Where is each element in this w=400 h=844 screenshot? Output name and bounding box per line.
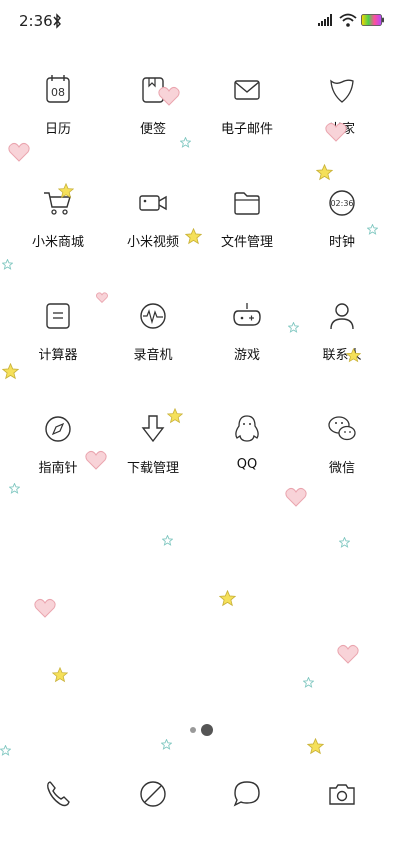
wifi-icon (339, 13, 357, 27)
page-dot-2-active[interactable] (201, 724, 213, 736)
small-star-outline-icon (9, 483, 20, 494)
app-mi-video[interactable]: 小米视频 (105, 177, 201, 250)
clock-face-time: 02:36 (330, 199, 353, 208)
star-sticker-icon (307, 738, 324, 755)
app-label: 微信 (328, 461, 355, 476)
app-contacts[interactable]: 联系人 (294, 290, 390, 363)
app-wechat[interactable]: 微信 (294, 403, 390, 476)
heart-sticker-icon (285, 487, 307, 507)
star-sticker-icon (219, 590, 236, 607)
small-star-outline-icon (0, 745, 11, 756)
app-label: 下载管理 (126, 461, 179, 476)
phone-icon (47, 781, 70, 807)
recorder-icon (140, 303, 166, 329)
signal-icon (318, 14, 332, 26)
small-star-outline-icon (161, 739, 172, 750)
mijia-icon (330, 79, 354, 103)
small-star-outline-icon (2, 259, 13, 270)
small-star-outline-icon (162, 535, 173, 546)
dock-browser[interactable] (105, 768, 201, 812)
app-notes[interactable]: 便签 (105, 64, 201, 137)
app-label: 联系人 (322, 348, 362, 363)
app-calculator[interactable]: 计算器 (10, 290, 106, 363)
app-label: QQ (236, 457, 258, 472)
wechat-icon (328, 416, 356, 441)
dock-messages[interactable] (199, 768, 295, 812)
folder-icon (234, 192, 260, 215)
app-clock[interactable]: 02:36 时钟 (294, 177, 390, 250)
mail-icon (234, 80, 260, 100)
small-star-outline-icon (339, 537, 350, 548)
page-dot-1[interactable] (190, 727, 196, 733)
calendar-date: 08 (51, 86, 65, 99)
app-label: 便签 (139, 122, 166, 137)
app-file-manager[interactable]: 文件管理 (199, 177, 295, 250)
app-games[interactable]: 游戏 (199, 290, 295, 363)
status-bar: 2:36 (0, 0, 400, 44)
contact-icon (330, 303, 354, 330)
app-label: 米家 (328, 122, 355, 137)
browser-icon (140, 781, 166, 807)
clock-icon: 02:36 (329, 190, 355, 216)
dock-phone[interactable] (10, 768, 106, 812)
status-time: 2:36 (19, 12, 53, 30)
app-label: 日历 (44, 122, 71, 137)
bluetooth-icon (53, 13, 61, 29)
app-label: 指南针 (38, 461, 78, 476)
app-qq[interactable]: QQ (199, 403, 295, 472)
star-sticker-icon (2, 363, 19, 380)
qq-penguin-icon (235, 415, 259, 442)
dock-camera[interactable] (294, 768, 390, 812)
messages-icon (233, 781, 260, 807)
battery-icon (361, 14, 384, 26)
app-email[interactable]: 电子邮件 (199, 64, 295, 137)
calculator-icon (46, 303, 70, 329)
small-star-outline-icon (303, 677, 314, 688)
app-label: 计算器 (38, 348, 78, 363)
app-label: 时钟 (328, 235, 355, 250)
star-sticker-icon (52, 667, 68, 683)
heart-sticker-icon (337, 644, 359, 664)
app-label: 文件管理 (220, 235, 273, 250)
calendar-icon: 08 (46, 75, 70, 103)
compass-icon (45, 416, 71, 442)
camera-icon (329, 784, 355, 805)
app-compass[interactable]: 指南针 (10, 403, 106, 476)
app-mijia[interactable]: 米家 (294, 64, 390, 137)
heart-sticker-icon (34, 598, 56, 618)
app-label: 游戏 (233, 348, 260, 363)
dock (0, 768, 400, 818)
small-star-outline-icon (180, 137, 191, 148)
gamepad-icon (233, 303, 261, 326)
app-recorder[interactable]: 录音机 (105, 290, 201, 363)
app-label: 小米视频 (126, 235, 179, 250)
app-label: 小米商城 (31, 235, 84, 250)
app-label: 录音机 (133, 348, 173, 363)
app-download-manager[interactable]: 下载管理 (105, 403, 201, 476)
video-camera-icon (139, 195, 167, 211)
app-mi-store[interactable]: 小米商城 (10, 177, 106, 250)
shopping-cart-icon (44, 192, 71, 215)
app-label: 电子邮件 (220, 122, 273, 137)
heart-sticker-icon (8, 142, 30, 162)
app-calendar[interactable]: 08 日历 (10, 64, 106, 137)
notes-icon (142, 77, 164, 103)
page-indicator (0, 722, 400, 738)
download-icon (141, 415, 165, 443)
